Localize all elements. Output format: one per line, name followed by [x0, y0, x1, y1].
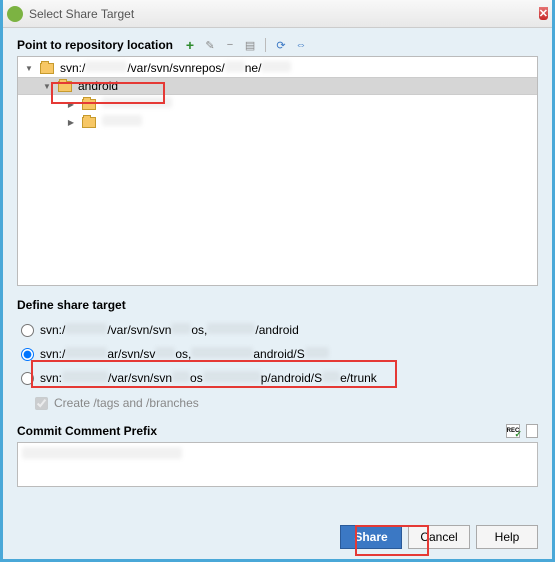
- commit-prefix-header: Commit Comment Prefix REC: [17, 424, 538, 438]
- commit-comment-input[interactable]: [17, 442, 538, 487]
- refresh-icon[interactable]: ⟳: [274, 38, 288, 52]
- page-icon[interactable]: [526, 424, 538, 438]
- expand-arrow-icon[interactable]: [66, 99, 76, 109]
- create-branches-label: Create /tags and /branches: [54, 396, 199, 410]
- option-3-label: svn:/var/svn/svnosp/android/Se/trunk: [40, 371, 377, 385]
- option-1-label: svn://var/svn/svnos,/android: [40, 323, 299, 337]
- radio-option-2[interactable]: [21, 348, 34, 361]
- app-icon: [7, 6, 23, 22]
- expand-arrow-icon[interactable]: [42, 81, 52, 91]
- repo-tree[interactable]: svn://var/svn/svnrepos/ne/ android: [17, 56, 538, 286]
- add-location-icon[interactable]: +: [183, 38, 197, 52]
- tree-child-label: [102, 97, 172, 111]
- share-button[interactable]: Share: [340, 525, 402, 549]
- folder-icon: [40, 63, 54, 74]
- collapse-all-icon[interactable]: ⇔: [294, 38, 308, 52]
- tree-child-row[interactable]: [18, 95, 537, 113]
- close-button[interactable]: ✕: [539, 7, 548, 20]
- share-option-1[interactable]: svn://var/svn/svnos,/android: [17, 318, 538, 342]
- create-branches-row: Create /tags and /branches: [17, 396, 538, 410]
- remove-icon[interactable]: −: [223, 38, 237, 52]
- share-option-3[interactable]: svn:/var/svn/svnosp/android/Se/trunk: [17, 366, 538, 390]
- toolbar-divider: [265, 38, 266, 52]
- tree-child-row[interactable]: [18, 113, 537, 131]
- button-bar: Share Cancel Help: [17, 515, 538, 549]
- radio-option-1[interactable]: [21, 324, 34, 337]
- copy-icon[interactable]: ▤: [243, 38, 257, 52]
- tree-android-row[interactable]: android: [18, 77, 537, 95]
- tree-android-label: android: [78, 79, 118, 93]
- create-branches-checkbox: [35, 397, 48, 410]
- repo-section-header: Point to repository location + ✎ − ▤ ⟳ ⇔: [17, 38, 538, 52]
- expand-arrow-icon[interactable]: [66, 117, 76, 127]
- cancel-button[interactable]: Cancel: [408, 525, 470, 549]
- tree-child-label: [102, 115, 142, 129]
- repo-section-title: Point to repository location: [17, 38, 173, 52]
- define-section-title: Define share target: [17, 298, 538, 312]
- titlebar: Select Share Target ✕: [3, 0, 552, 28]
- radio-option-3[interactable]: [21, 372, 34, 385]
- expand-arrow-icon[interactable]: [24, 63, 34, 73]
- folder-icon: [82, 99, 96, 110]
- window-title: Select Share Target: [29, 7, 539, 21]
- help-button[interactable]: Help: [476, 525, 538, 549]
- tree-root-label: svn://var/svn/svnrepos/ne/: [60, 61, 291, 75]
- template-icon[interactable]: REC: [506, 424, 520, 438]
- commit-prefix-title: Commit Comment Prefix: [17, 424, 157, 438]
- folder-icon: [58, 81, 72, 92]
- folder-icon: [82, 117, 96, 128]
- share-option-2[interactable]: svn:/ar/svn/svos,android/S: [17, 342, 538, 366]
- option-2-label: svn:/ar/svn/svos,android/S: [40, 347, 329, 361]
- tree-root-row[interactable]: svn://var/svn/svnrepos/ne/: [18, 59, 537, 77]
- edit-icon[interactable]: ✎: [203, 38, 217, 52]
